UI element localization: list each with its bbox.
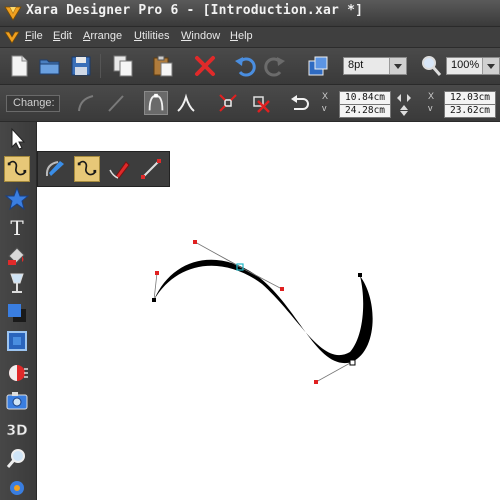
copy-icon[interactable]	[110, 53, 136, 79]
tools-toolbar: T 3D	[0, 122, 37, 500]
svg-text:T: T	[10, 216, 24, 240]
quickshape-icon[interactable]	[4, 186, 30, 212]
handle-line	[153, 272, 158, 301]
menu-edit[interactable]: Edit	[53, 30, 72, 42]
chevron-down-icon[interactable]	[389, 58, 406, 74]
new-document-icon[interactable]	[6, 53, 32, 79]
contour-icon[interactable]	[42, 156, 68, 182]
reverse-path-icon[interactable]	[288, 91, 312, 115]
shape-editor-tool-button[interactable]	[4, 156, 30, 182]
open-folder-icon[interactable]	[37, 53, 63, 79]
x-coordinate-field[interactable]: 10.84cm	[339, 91, 391, 105]
svg-text:3D: 3D	[6, 423, 27, 439]
zoom-icon[interactable]	[418, 53, 444, 79]
fill-icon[interactable]	[4, 242, 30, 268]
control-point[interactable]	[155, 271, 159, 275]
photo-icon[interactable]	[4, 388, 30, 414]
zoom-value: 100%	[451, 59, 480, 71]
chevron-down-icon: v	[322, 103, 327, 113]
x2-coordinate-field[interactable]: 24.28cm	[339, 104, 391, 118]
handle-line	[315, 361, 353, 383]
menu-file[interactable]: File	[25, 30, 43, 42]
redo-icon[interactable]	[262, 53, 288, 79]
document-menu-icon[interactable]	[4, 29, 20, 45]
line-width-select[interactable]: 8pt	[343, 57, 407, 75]
smooth-point-icon	[148, 93, 164, 111]
control-point[interactable]	[280, 287, 284, 291]
shape-editor-flyout-button[interactable]	[74, 156, 100, 182]
change-label: Change:	[6, 95, 60, 112]
menu-arrange[interactable]: Arrange	[83, 30, 122, 42]
position-stepper-icon[interactable]	[395, 91, 413, 117]
xara-logo-icon[interactable]	[4, 4, 22, 22]
window-title: Xara Designer Pro 6 - [Introduction.xar …	[26, 3, 364, 18]
freehand-icon[interactable]	[106, 156, 132, 182]
3d-extrude-icon[interactable]: 3D	[4, 416, 30, 442]
toolbar-separator	[100, 54, 101, 78]
smooth-point-button[interactable]	[144, 91, 168, 115]
mould-icon[interactable]	[4, 360, 30, 386]
text-icon[interactable]: T	[4, 214, 30, 240]
line-width-value: 8pt	[348, 59, 364, 71]
shape-editor-icon	[77, 160, 97, 176]
y-axis-label-icon: X	[428, 91, 435, 101]
control-point[interactable]	[193, 240, 197, 244]
save-icon[interactable]	[68, 53, 94, 79]
live-effects-icon[interactable]	[4, 474, 30, 500]
menu-help[interactable]: Help	[230, 30, 253, 42]
zoom-select[interactable]: 100%	[446, 57, 500, 75]
cusp-point-icon[interactable]	[174, 91, 198, 115]
selector-icon[interactable]	[4, 126, 30, 152]
y-coordinate-field[interactable]: 12.03cm	[444, 91, 496, 105]
make-line-icon[interactable]	[104, 91, 128, 115]
transform-icon[interactable]	[305, 53, 331, 79]
make-curve-icon[interactable]	[74, 91, 98, 115]
shadow-icon[interactable]	[4, 300, 30, 326]
info-bar: Change: X v 10.84cm 24.28cm X v 12.03cm …	[0, 85, 500, 122]
curve-path[interactable]	[154, 259, 373, 364]
control-point[interactable]	[314, 380, 318, 384]
chevron-down-icon[interactable]	[482, 58, 499, 74]
selected-point[interactable]	[349, 359, 356, 366]
main-toolbar: 8pt 100%	[0, 48, 500, 85]
break-at-point-icon[interactable]	[216, 91, 240, 115]
menu-utilities[interactable]: Utilities	[134, 30, 169, 42]
endpoint-handle[interactable]	[358, 273, 362, 277]
menu-window[interactable]: Window	[181, 30, 220, 42]
delete-point-icon[interactable]	[248, 91, 272, 115]
endpoint-handle[interactable]	[152, 298, 156, 302]
straight-line-icon[interactable]	[138, 156, 164, 182]
shape-editor-icon	[7, 160, 27, 176]
menu-bar: File Edit Arrange Utilities Window Help	[0, 27, 500, 48]
zoom-icon[interactable]	[4, 446, 30, 472]
chevron-down-icon: v	[428, 103, 433, 113]
paste-icon[interactable]	[150, 53, 176, 79]
bevel-icon[interactable]	[4, 328, 30, 354]
x-axis-label-icon: X	[322, 91, 329, 101]
transparency-icon[interactable]	[4, 270, 30, 296]
delete-icon[interactable]	[192, 53, 218, 79]
y2-coordinate-field[interactable]: 23.62cm	[444, 104, 496, 118]
undo-icon[interactable]	[232, 53, 258, 79]
title-bar: Xara Designer Pro 6 - [Introduction.xar …	[0, 0, 500, 27]
shape-tools-flyout	[37, 151, 170, 187]
